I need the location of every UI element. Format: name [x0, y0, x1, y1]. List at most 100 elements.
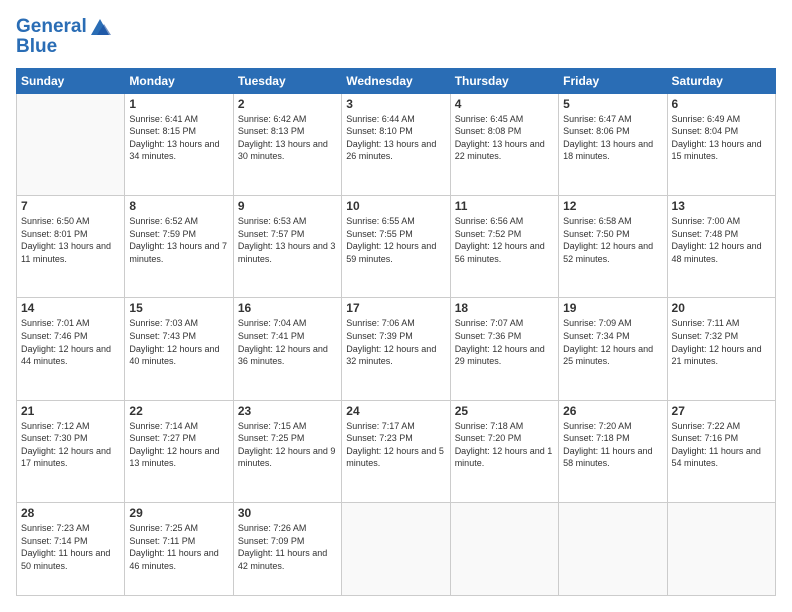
sunrise-text: Sunrise: 6:55 AM	[346, 215, 445, 228]
daylight-text: Daylight: 12 hours and 9 minutes.	[238, 445, 337, 470]
sunset-text: Sunset: 7:20 PM	[455, 432, 554, 445]
daylight-text: Daylight: 13 hours and 34 minutes.	[129, 138, 228, 163]
sunrise-text: Sunrise: 7:23 AM	[21, 522, 120, 535]
day-number: 4	[455, 97, 554, 111]
calendar-cell: 17 Sunrise: 7:06 AMSunset: 7:39 PMDayligh…	[342, 298, 450, 400]
sunset-text: Sunset: 7:39 PM	[346, 330, 445, 343]
sunset-text: Sunset: 7:55 PM	[346, 228, 445, 241]
sunset-text: Sunset: 7:25 PM	[238, 432, 337, 445]
calendar-cell: 30Sunrise: 7:26 AMSunset: 7:09 PMDayligh…	[233, 502, 341, 595]
sunrise-text: Sunrise: 7:07 AM	[455, 317, 554, 330]
daylight-text: Daylight: 13 hours and 15 minutes.	[672, 138, 771, 163]
day-number: 8	[129, 199, 228, 213]
sunset-text: Sunset: 7:50 PM	[563, 228, 662, 241]
daylight-text: Daylight: 12 hours and 5 minutes.	[346, 445, 445, 470]
sunset-text: Sunset: 8:06 PM	[563, 125, 662, 138]
sunset-text: Sunset: 7:09 PM	[238, 535, 337, 548]
weekday-header: Monday	[125, 68, 233, 93]
calendar-cell: 12Sunrise: 6:58 AMSunset: 7:50 PMDayligh…	[559, 196, 667, 298]
sunrise-text: Sunrise: 6:56 AM	[455, 215, 554, 228]
day-number: 14	[21, 301, 120, 315]
sunset-text: Sunset: 8:01 PM	[21, 228, 120, 241]
calendar-cell: 15Sunrise: 7:03 AMSunset: 7:43 PMDayligh…	[125, 298, 233, 400]
sunrise-text: Sunrise: 7:11 AM	[672, 317, 771, 330]
logo-general: General	[16, 16, 87, 38]
calendar-cell: 21Sunrise: 7:12 AMSunset: 7:30 PMDayligh…	[17, 400, 125, 502]
sunset-text: Sunset: 7:59 PM	[129, 228, 228, 241]
calendar-cell: 29Sunrise: 7:25 AMSunset: 7:11 PMDayligh…	[125, 502, 233, 595]
sunrise-text: Sunrise: 6:47 AM	[563, 113, 662, 126]
sunset-text: Sunset: 7:52 PM	[455, 228, 554, 241]
calendar-cell: 25Sunrise: 7:18 AMSunset: 7:20 PMDayligh…	[450, 400, 558, 502]
day-info: Sunrise: 6:56 AMSunset: 7:52 PMDaylight:…	[455, 215, 554, 265]
logo-blue: Blue	[16, 36, 111, 58]
day-info: Sunrise: 7:25 AMSunset: 7:11 PMDaylight:…	[129, 522, 228, 572]
daylight-text: Daylight: 12 hours and 17 minutes.	[21, 445, 120, 470]
day-info: Sunrise: 7:14 AMSunset: 7:27 PMDaylight:…	[129, 420, 228, 470]
daylight-text: Daylight: 12 hours and 32 minutes.	[346, 343, 445, 368]
calendar-cell: 16Sunrise: 7:04 AMSunset: 7:41 PMDayligh…	[233, 298, 341, 400]
sunrise-text: Sunrise: 6:45 AM	[455, 113, 554, 126]
daylight-text: Daylight: 13 hours and 26 minutes.	[346, 138, 445, 163]
day-number: 15	[129, 301, 228, 315]
day-info: Sunrise: 6:42 AMSunset: 8:13 PMDaylight:…	[238, 113, 337, 163]
day-info: Sunrise: 7:20 AMSunset: 7:18 PMDaylight:…	[563, 420, 662, 470]
calendar-cell	[450, 502, 558, 595]
sunrise-text: Sunrise: 7:01 AM	[21, 317, 120, 330]
sunset-text: Sunset: 7:48 PM	[672, 228, 771, 241]
calendar-cell	[17, 93, 125, 195]
day-info: Sunrise: 7:18 AMSunset: 7:20 PMDaylight:…	[455, 420, 554, 470]
sunset-text: Sunset: 7:32 PM	[672, 330, 771, 343]
day-info: Sunrise: 7:01 AMSunset: 7:46 PMDaylight:…	[21, 317, 120, 367]
weekday-header: Wednesday	[342, 68, 450, 93]
sunrise-text: Sunrise: 6:42 AM	[238, 113, 337, 126]
calendar-cell	[342, 502, 450, 595]
day-info: Sunrise: 6:49 AMSunset: 8:04 PMDaylight:…	[672, 113, 771, 163]
sunrise-text: Sunrise: 7:26 AM	[238, 522, 337, 535]
calendar-cell: 23 Sunrise: 7:15 AMSunset: 7:25 PMDayligh…	[233, 400, 341, 502]
day-info: Sunrise: 7:15 AMSunset: 7:25 PMDaylight:…	[238, 420, 337, 470]
day-number: 9	[238, 199, 337, 213]
calendar-table: SundayMondayTuesdayWednesdayThursdayFrid…	[16, 68, 776, 596]
day-number: 17	[346, 301, 445, 315]
sunrise-text: Sunrise: 7:15 AM	[238, 420, 337, 433]
daylight-text: Daylight: 13 hours and 7 minutes.	[129, 240, 228, 265]
sunset-text: Sunset: 7:23 PM	[346, 432, 445, 445]
sunrise-text: Sunrise: 7:12 AM	[21, 420, 120, 433]
sunset-text: Sunset: 7:16 PM	[672, 432, 771, 445]
calendar-cell: 13Sunrise: 7:00 AMSunset: 7:48 PMDayligh…	[667, 196, 775, 298]
calendar-cell: 26Sunrise: 7:20 AMSunset: 7:18 PMDayligh…	[559, 400, 667, 502]
day-number: 20	[672, 301, 771, 315]
sunrise-text: Sunrise: 7:25 AM	[129, 522, 228, 535]
sunrise-text: Sunrise: 7:22 AM	[672, 420, 771, 433]
day-number: 24	[346, 404, 445, 418]
sunrise-text: Sunrise: 6:58 AM	[563, 215, 662, 228]
logo-flag-icon	[89, 17, 111, 37]
sunset-text: Sunset: 7:34 PM	[563, 330, 662, 343]
day-info: Sunrise: 6:58 AMSunset: 7:50 PMDaylight:…	[563, 215, 662, 265]
page: General Blue SundayMondayTuesdayWednesda…	[0, 0, 792, 612]
calendar-week-row: 7 Sunrise: 6:50 AMSunset: 8:01 PMDaylight…	[17, 196, 776, 298]
sunset-text: Sunset: 7:46 PM	[21, 330, 120, 343]
day-info: Sunrise: 6:50 AMSunset: 8:01 PMDaylight:…	[21, 215, 120, 265]
sunrise-text: Sunrise: 7:00 AM	[672, 215, 771, 228]
daylight-text: Daylight: 12 hours and 36 minutes.	[238, 343, 337, 368]
sunrise-text: Sunrise: 7:06 AM	[346, 317, 445, 330]
sunset-text: Sunset: 8:10 PM	[346, 125, 445, 138]
day-info: Sunrise: 7:26 AMSunset: 7:09 PMDaylight:…	[238, 522, 337, 572]
calendar-week-row: 14Sunrise: 7:01 AMSunset: 7:46 PMDayligh…	[17, 298, 776, 400]
day-number: 22	[129, 404, 228, 418]
daylight-text: Daylight: 12 hours and 25 minutes.	[563, 343, 662, 368]
calendar-cell: 18Sunrise: 7:07 AMSunset: 7:36 PMDayligh…	[450, 298, 558, 400]
day-number: 10	[346, 199, 445, 213]
day-number: 23	[238, 404, 337, 418]
daylight-text: Daylight: 12 hours and 52 minutes.	[563, 240, 662, 265]
sunset-text: Sunset: 8:04 PM	[672, 125, 771, 138]
weekday-header: Friday	[559, 68, 667, 93]
daylight-text: Daylight: 13 hours and 18 minutes.	[563, 138, 662, 163]
day-info: Sunrise: 6:44 AMSunset: 8:10 PMDaylight:…	[346, 113, 445, 163]
day-number: 7	[21, 199, 120, 213]
calendar-cell: 27Sunrise: 7:22 AMSunset: 7:16 PMDayligh…	[667, 400, 775, 502]
day-info: Sunrise: 6:41 AMSunset: 8:15 PMDaylight:…	[129, 113, 228, 163]
day-number: 6	[672, 97, 771, 111]
